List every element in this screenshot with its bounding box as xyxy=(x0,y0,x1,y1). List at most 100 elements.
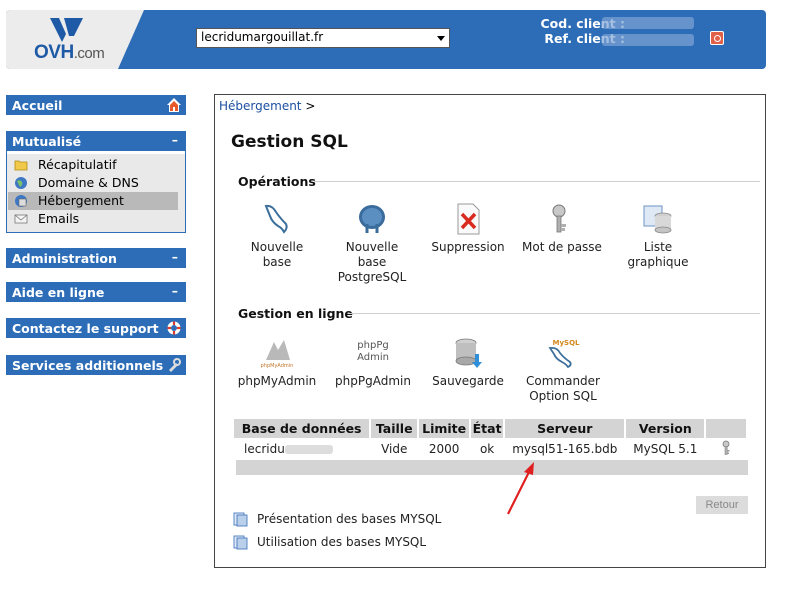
sidebar-item-label: Domaine & DNS xyxy=(38,175,139,190)
ovh-logo-icon xyxy=(50,18,83,42)
pma-logo-text: phpMyAdmin xyxy=(261,363,294,369)
sidebar-item-hebergement[interactable]: Hébergement xyxy=(8,192,178,210)
online-label: phpMyAdmin xyxy=(237,374,317,388)
sidebar-item-recapitulatif[interactable]: Récapitulatif xyxy=(8,156,178,174)
breadcrumb-link-hebergement[interactable]: Hébergement xyxy=(219,99,302,113)
phppgadmin-button[interactable]: phpPg Admin phpPgAdmin xyxy=(329,336,417,389)
op-label: Nouvelle xyxy=(345,240,399,254)
section-divider xyxy=(314,181,760,182)
sidebar-mutualise-label: Mutualisé xyxy=(12,134,82,149)
col-header-state[interactable]: État xyxy=(471,419,504,438)
logo-text: OVH.com xyxy=(34,42,105,63)
lifebuoy-icon xyxy=(167,321,181,335)
op-label: base xyxy=(262,255,292,269)
sidebar-support-label: Contactez le support xyxy=(12,321,159,336)
order-sql-option-button[interactable]: MySQL Commander Option SQL xyxy=(519,336,607,404)
section-divider xyxy=(348,313,760,314)
phpmyadmin-button[interactable]: phpMyAdmin phpMyAdmin xyxy=(233,336,321,389)
op-label: Liste xyxy=(643,240,673,254)
sidebar-administration[interactable]: Administration – xyxy=(6,248,186,268)
phppgadmin-icon: phpPg Admin xyxy=(357,340,389,363)
logo[interactable]: OVH.com xyxy=(6,10,144,69)
op-label: Suppression xyxy=(431,240,505,254)
domain-select-value: lecridumargouillat.fr xyxy=(201,30,324,44)
cell-limit: 2000 xyxy=(428,442,460,456)
doc-link-presentation[interactable]: Présentation des bases MYSQL xyxy=(233,512,442,527)
operations-title: Opérations xyxy=(238,174,316,189)
online-label: Commander xyxy=(526,374,600,388)
op-label: Mot de passe xyxy=(522,240,602,254)
database-name: lecridu xyxy=(244,442,285,456)
breadcrumb-separator: > xyxy=(305,99,316,113)
doc-link-label: Présentation des bases MYSQL xyxy=(257,512,442,526)
chevron-down-icon xyxy=(437,36,445,41)
sidebar-aide-label: Aide en ligne xyxy=(12,285,105,300)
document-icon xyxy=(233,535,248,550)
doc-link-utilisation[interactable]: Utilisation des bases MYSQL xyxy=(233,535,426,550)
table-row: lecridu Vide 2000 ok mysql51-165.bdb MyS… xyxy=(234,438,746,460)
mysql-logo-text: MySQL xyxy=(553,339,580,347)
online-label: Option SQL xyxy=(529,389,597,403)
postgresql-elephant-icon xyxy=(359,205,385,233)
new-mysql-database-button[interactable]: Nouvelle base xyxy=(233,202,321,270)
breadcrumb: Hébergement > xyxy=(219,99,315,113)
backup-database-icon xyxy=(455,338,482,368)
col-header-server[interactable]: Serveur xyxy=(505,419,625,438)
retour-button[interactable]: Retour xyxy=(696,496,748,514)
domain-select[interactable]: lecridumargouillat.fr xyxy=(196,28,450,48)
sidebar-item-domaine-dns[interactable]: Domaine & DNS xyxy=(8,174,178,192)
collapse-icon[interactable]: – xyxy=(172,132,178,147)
col-header-database[interactable]: Base de données xyxy=(234,419,370,438)
ref-client-redacted xyxy=(602,34,694,46)
cod-client-redacted xyxy=(602,17,694,29)
folder-icon xyxy=(14,160,28,171)
password-key-icon[interactable] xyxy=(720,440,732,456)
new-postgresql-database-button[interactable]: Nouvelle base PostgreSQL xyxy=(328,202,416,285)
sidebar-aide[interactable]: Aide en ligne – xyxy=(6,282,186,302)
sidebar-services[interactable]: Services additionnels xyxy=(6,355,186,375)
col-header-size[interactable]: Taille xyxy=(371,419,418,438)
document-icon xyxy=(233,512,248,527)
op-label: graphique xyxy=(627,255,689,269)
password-button[interactable]: Mot de passe xyxy=(518,202,606,255)
key-icon xyxy=(552,204,566,233)
cell-database-name: lecridu xyxy=(234,438,369,460)
op-label: PostgreSQL xyxy=(337,270,407,284)
mysql-logo-icon: MySQL xyxy=(548,339,580,369)
online-label: phpPgAdmin xyxy=(335,374,411,388)
sidebar-item-label: Hébergement xyxy=(38,193,124,208)
cell-size: Vide xyxy=(381,442,408,456)
collapse-icon[interactable]: – xyxy=(172,283,178,298)
sidebar-accueil[interactable]: Accueil xyxy=(6,95,186,115)
collapse-icon[interactable]: – xyxy=(172,249,178,264)
cell-state: ok xyxy=(479,442,495,456)
ppa-logo-line2: Admin xyxy=(357,352,389,363)
delete-icon xyxy=(457,203,480,235)
graphic-list-button[interactable]: Liste graphique xyxy=(614,202,702,270)
phpmyadmin-icon: phpMyAdmin xyxy=(261,340,294,369)
delete-database-button[interactable]: Suppression xyxy=(424,202,512,255)
sidebar-item-emails[interactable]: Emails xyxy=(8,210,178,228)
logout-icon[interactable] xyxy=(710,31,724,45)
sidebar-support[interactable]: Contactez le support xyxy=(6,318,186,338)
database-table: Base de données Taille Limite État Serve… xyxy=(232,419,748,460)
cell-server: mysql51-165.bdb xyxy=(512,442,618,456)
backup-button[interactable]: Sauvegarde xyxy=(424,336,512,389)
online-label: Sauvegarde xyxy=(432,374,504,388)
sidebar-administration-label: Administration xyxy=(12,251,117,266)
sidebar-services-label: Services additionnels xyxy=(12,358,164,373)
col-header-actions xyxy=(706,419,746,438)
col-header-version[interactable]: Version xyxy=(626,419,705,438)
database-list-icon xyxy=(643,205,672,234)
sidebar-item-label: Récapitulatif xyxy=(38,157,117,172)
mysql-dolphin-icon xyxy=(264,204,288,234)
home-icon xyxy=(167,98,181,112)
table-header-row: Base de données Taille Limite État Serve… xyxy=(234,419,746,438)
sidebar-mutualise[interactable]: Mutualisé – xyxy=(6,131,186,151)
col-header-limit[interactable]: Limite xyxy=(419,419,470,438)
database-name-redacted xyxy=(284,445,333,454)
red-arrow-annotation xyxy=(507,462,534,515)
page-title: Gestion SQL xyxy=(231,132,348,152)
main-panel xyxy=(214,94,766,568)
mail-icon xyxy=(14,214,28,224)
